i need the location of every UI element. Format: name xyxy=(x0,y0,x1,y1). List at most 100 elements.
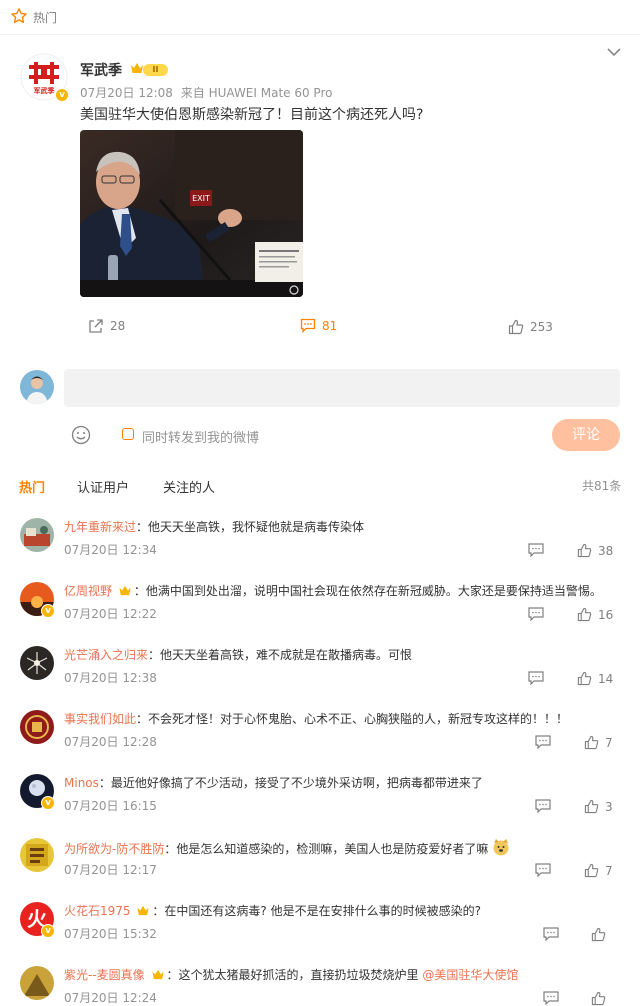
comment-line: 九年重新来过：他天天坐高铁，我怀疑他就是病毒传染体 xyxy=(64,518,364,535)
comment-avatar[interactable] xyxy=(20,518,54,552)
comment-like-button[interactable] xyxy=(591,991,612,1006)
comment-like-count: 38 xyxy=(598,543,614,558)
comment-sep: ： xyxy=(164,842,177,856)
comment-like-button[interactable]: 38 xyxy=(577,543,613,558)
verified-badge-icon: v xyxy=(41,604,55,618)
comment-text: 在中国还有这病毒? 他是不是在安排什么事的时候被感染的? xyxy=(164,904,481,918)
comment-sep: ： xyxy=(98,776,111,790)
commenter-name[interactable]: 亿周视野 xyxy=(64,584,112,598)
post-meta: 07月20日 12:08 来自 HUAWEI Mate 60 Pro xyxy=(80,84,332,101)
post-time[interactable]: 07月20日 12:08 xyxy=(80,86,173,100)
thumbs-up-icon xyxy=(584,863,599,878)
forward-label: 同时转发到我的微博 xyxy=(142,431,260,446)
comment-like-button[interactable] xyxy=(591,927,612,942)
comment-like-button[interactable]: 3 xyxy=(584,799,613,814)
comment-sep: ： xyxy=(166,968,179,982)
comment-sep: ： xyxy=(152,904,165,918)
total-count: 共81条 xyxy=(582,479,622,493)
share-icon xyxy=(89,319,103,333)
reply-icon[interactable] xyxy=(535,799,551,813)
comment-line: 紫光--麦圆真像 ：这个犹太猪最好抓活的，直接扔垃圾焚烧炉里 @美国驻华大使馆 xyxy=(64,966,518,983)
crown-icon xyxy=(131,63,143,73)
comment-line: 亿周视野 ：他满中国到处出溜，说明中国社会现在依然存在新冠威胁。大家还是要保持适… xyxy=(64,582,602,599)
like-button[interactable]: 253 xyxy=(508,319,553,335)
comment-text: 他是怎么知道感染的，检测嘛，美国人也是防疫爱好者了嘛 xyxy=(176,842,489,856)
comment-sep: ： xyxy=(136,712,149,726)
reply-icon[interactable] xyxy=(528,543,544,557)
comment-like-button[interactable]: 7 xyxy=(584,863,613,878)
hot-header xyxy=(0,0,640,35)
submit-comment-button[interactable]: 评论 xyxy=(552,419,620,451)
level-badge: II xyxy=(143,64,168,76)
thumbs-up-icon xyxy=(584,735,599,750)
thumbs-up-icon xyxy=(591,991,606,1006)
comment-avatar[interactable] xyxy=(20,838,54,872)
verified-badge-icon: v xyxy=(55,88,69,102)
comment-icon xyxy=(300,318,316,333)
reply-icon[interactable] xyxy=(528,607,544,621)
tab-hot[interactable]: 热门 xyxy=(19,477,45,496)
share-count: 28 xyxy=(110,319,126,333)
comment-mention[interactable]: @美国驻华大使馆 xyxy=(422,968,518,982)
comment-time: 07月20日 16:15 xyxy=(64,799,157,813)
thumbs-up-icon xyxy=(508,319,524,335)
comment-avatar[interactable] xyxy=(20,710,54,744)
thumbs-up-icon xyxy=(577,607,592,622)
comment-input[interactable] xyxy=(64,369,620,407)
comment-time: 07月20日 15:32 xyxy=(64,927,157,941)
emoji-icon[interactable] xyxy=(71,425,91,445)
comment-button[interactable]: 81 xyxy=(300,318,337,333)
crown-icon xyxy=(137,905,149,916)
post-source: 来自 HUAWEI Mate 60 Pro xyxy=(180,86,333,100)
comment-text: 他天天坐高铁，我怀疑他就是病毒传染体 xyxy=(148,520,365,534)
comment-like-button[interactable]: 14 xyxy=(577,671,613,686)
author-name[interactable]: 军武季 xyxy=(80,60,122,80)
comment-like-count: 14 xyxy=(598,671,614,686)
commenter-name[interactable]: 光芒涌入之归来 xyxy=(64,648,148,662)
comment-text: 他天天坐着高铁，难不成就是在散播病毒。可恨 xyxy=(160,648,413,662)
comment-count: 81 xyxy=(322,318,338,333)
comment-like-count: 7 xyxy=(605,863,613,878)
reply-icon[interactable] xyxy=(528,671,544,685)
comment-time: 07月20日 12:38 xyxy=(64,671,157,685)
comment-sep: ： xyxy=(148,648,161,662)
comment-like-button[interactable]: 16 xyxy=(577,607,613,622)
reply-icon[interactable] xyxy=(543,991,559,1005)
chevron-down-icon[interactable] xyxy=(606,46,622,58)
crown-icon xyxy=(151,969,164,980)
comment-text: 最近他好像搞了不少活动，接受了不少境外采访啊，把病毒都带进来了 xyxy=(110,776,483,790)
comment-like-button[interactable]: 7 xyxy=(584,735,613,750)
comment-line: 火花石1975 ：在中国还有这病毒? 他是不是在安排什么事的时候被感染的? xyxy=(64,902,481,919)
comment-text: 他满中国到处出溜，说明中国社会现在依然存在新冠威胁。大家还是要保持适当警惕。 xyxy=(145,584,602,598)
comment-time: 07月20日 12:24 xyxy=(64,991,157,1005)
commenter-name[interactable]: 事实我们如此 xyxy=(64,712,136,726)
commenter-name[interactable]: Minos xyxy=(64,776,99,790)
commenter-name[interactable]: 紫光--麦圆真像 xyxy=(64,968,145,982)
commenter-name[interactable]: 九年重新来过 xyxy=(64,520,136,534)
comment-like-count: 3 xyxy=(605,799,613,814)
commenter-name[interactable]: 火花石1975 xyxy=(64,904,131,918)
post-text: 美国驻华大使伯恩斯感染新冠了！目前这个病还死人吗? xyxy=(80,107,424,123)
reply-icon[interactable] xyxy=(543,927,559,941)
commenter-name[interactable]: 为所欲为-防不胜防 xyxy=(64,842,164,856)
comment-like-count: 16 xyxy=(598,607,614,622)
my-avatar[interactable] xyxy=(20,370,54,404)
star-icon xyxy=(11,8,27,24)
author-avatar-text: 军武季 xyxy=(34,86,56,95)
like-count: 253 xyxy=(530,320,553,334)
thumbs-up-icon xyxy=(584,799,599,814)
comment-line: Minos：最近他好像搞了不少活动，接受了不少境外采访啊，把病毒都带进来了 xyxy=(64,774,483,791)
comment-avatar[interactable] xyxy=(20,646,54,680)
share-button[interactable]: 28 xyxy=(88,318,125,334)
forward-checkbox[interactable] xyxy=(122,428,134,440)
comment-time: 07月20日 12:17 xyxy=(64,863,157,877)
post-image[interactable]: EXIT xyxy=(80,130,303,297)
tab-following[interactable]: 关注的人 xyxy=(163,477,215,496)
comment-time: 07月20日 12:34 xyxy=(64,543,157,557)
tab-verified[interactable]: 认证用户 xyxy=(77,477,129,496)
comment-like-count: 7 xyxy=(605,735,613,750)
reply-icon[interactable] xyxy=(535,863,551,877)
thumbs-up-icon xyxy=(591,927,606,942)
comment-sep: ： xyxy=(133,584,146,598)
reply-icon[interactable] xyxy=(535,735,551,749)
